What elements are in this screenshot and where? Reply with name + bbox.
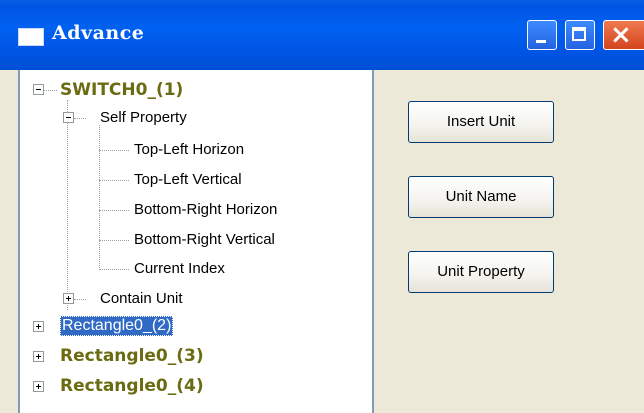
advance-window: Advance × SWITCH0_(1) Self Property Top-… <box>0 0 644 413</box>
tree-node-label: Rectangle0_(4) <box>60 376 204 396</box>
tree-connector <box>74 299 86 300</box>
close-icon: × <box>610 20 632 50</box>
unit-name-button[interactable]: Unit Name <box>408 176 554 218</box>
tree-node-label: SWITCH0_(1) <box>60 80 184 100</box>
window-icon <box>18 28 44 46</box>
tree-connector <box>99 150 129 151</box>
tree-view[interactable]: SWITCH0_(1) Self Property Top-Left Horiz… <box>18 70 374 413</box>
collapse-icon[interactable] <box>63 112 74 123</box>
tree-leaf-bottom-right-vertical[interactable]: Bottom-Right Vertical <box>134 231 275 249</box>
minimize-button[interactable] <box>527 20 557 50</box>
tree-node-label: Rectangle0_(3) <box>60 346 204 366</box>
close-button[interactable]: × <box>603 20 644 50</box>
tree-connector <box>99 210 129 211</box>
tree-node-label: Contain Unit <box>100 290 183 307</box>
expand-icon[interactable] <box>63 293 74 304</box>
tree-connector <box>67 100 68 310</box>
tree-connector <box>74 118 86 119</box>
tree-node-label-selected: Rectangle0_(2) <box>60 316 174 336</box>
tree-leaf-bottom-right-horizon[interactable]: Bottom-Right Horizon <box>134 201 277 219</box>
tree-connector <box>99 180 129 181</box>
tree-leaf-top-left-vertical[interactable]: Top-Left Vertical <box>134 171 242 189</box>
maximize-button[interactable] <box>565 20 595 50</box>
tree-leaf-top-left-horizon[interactable]: Top-Left Horizon <box>134 141 244 159</box>
window-title: Advance <box>52 22 145 44</box>
expand-icon[interactable] <box>33 381 44 392</box>
title-bar[interactable]: Advance × <box>0 0 644 70</box>
insert-unit-button[interactable]: Insert Unit <box>408 101 554 143</box>
tree-leaf-current-index[interactable]: Current Index <box>134 260 225 278</box>
tree-node-label: Self Property <box>100 109 187 126</box>
tree-connector <box>99 240 129 241</box>
expand-icon[interactable] <box>33 351 44 362</box>
collapse-icon[interactable] <box>33 84 44 95</box>
maximize-icon <box>572 27 586 41</box>
unit-property-button[interactable]: Unit Property <box>408 251 554 293</box>
expand-icon[interactable] <box>33 321 44 332</box>
minimize-icon <box>536 40 546 43</box>
tree-connector <box>99 125 100 270</box>
tree-connector <box>43 90 57 91</box>
tree-connector <box>99 269 129 270</box>
